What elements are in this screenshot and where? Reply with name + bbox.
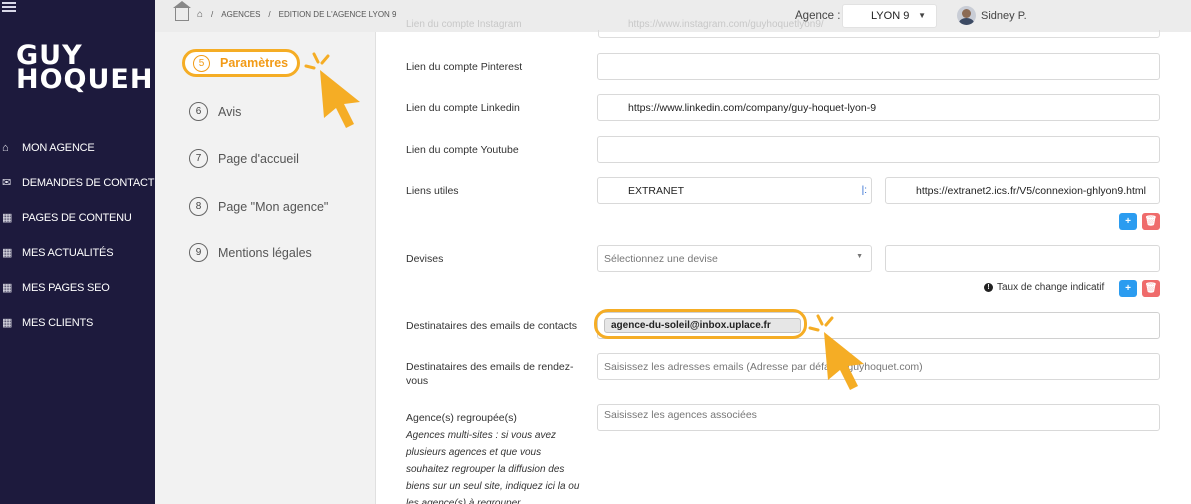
sidebar-item-demandes-de-contact[interactable]: ✉ DEMANDES DE CONTACT <box>0 165 155 200</box>
step-number: 6 <box>189 102 208 121</box>
home-outline-icon[interactable] <box>173 1 191 21</box>
linkedin-label: Lien du compte Linkedin <box>406 102 520 114</box>
devise-rate-input[interactable] <box>885 245 1160 272</box>
grid-icon: ▦ <box>2 317 13 329</box>
avatar <box>957 6 976 25</box>
step-label: Page d'accueil <box>218 151 299 166</box>
grid-icon: ▦ <box>2 212 13 224</box>
devises-select[interactable]: Sélectionnez une devise ▼ <box>597 245 872 272</box>
sidebar: GUY HOQUEH ⌂ MON AGENCE ✉ DEMANDES DE CO… <box>0 0 155 504</box>
devises-placeholder: Sélectionnez une devise <box>604 252 718 265</box>
step-label: Mentions légales <box>218 245 312 260</box>
pointer-hand-icon <box>808 314 864 390</box>
add-devise-button[interactable]: + <box>1119 280 1137 297</box>
sidebar-item-mes-clients[interactable]: ▦ MES CLIENTS <box>0 305 155 340</box>
user-name: Sidney P. <box>981 9 1027 22</box>
sidebar-item-mon-agence[interactable]: ⌂ MON AGENCE <box>0 130 155 165</box>
sidebar-item-label: MES PAGES SEO <box>22 281 110 294</box>
youtube-input[interactable] <box>597 136 1160 163</box>
grid-icon: ▦ <box>2 247 13 259</box>
sidebar-item-label: MES ACTUALITÉS <box>22 246 114 259</box>
breadcrumb-current: EDITION DE L'AGENCE LYON 9 <box>278 10 397 19</box>
lien-name-value: EXTRANET <box>628 184 685 197</box>
home-icon[interactable]: ⌂ <box>197 9 203 20</box>
step-number: 5 <box>193 54 210 72</box>
instagram-label: Lien du compte Instagram <box>406 19 522 30</box>
groupe-help: Agences multi-sites : si vous avez plusi… <box>406 430 580 504</box>
lien-name-input[interactable]: EXTRANET |: <box>597 177 872 204</box>
rate-note-text: Taux de change indicatif <box>997 282 1105 293</box>
mail-icon: ✉ <box>2 177 12 189</box>
step-page-mon-agence[interactable]: 8 Page "Mon agence" <box>189 197 328 216</box>
chevron-down-icon: ▼ <box>856 253 863 260</box>
text-cursor-icon: |: <box>861 185 867 196</box>
sidebar-item-pages-de-contenu[interactable]: ▦ PAGES DE CONTENU <box>0 200 155 235</box>
step-parametres[interactable]: 5 Paramètres <box>182 49 300 77</box>
step-avis[interactable]: 6 Avis <box>189 102 241 121</box>
step-number: 9 <box>189 243 208 262</box>
youtube-label: Lien du compte Youtube <box>406 144 519 156</box>
instagram-input[interactable] <box>598 30 1160 38</box>
sidebar-item-label: MES CLIENTS <box>22 316 94 329</box>
linkedin-value: https://www.linkedin.com/company/guy-hoq… <box>628 101 877 114</box>
lien-url-input[interactable]: https://extranet2.ics.fr/V5/connexion-gh… <box>885 177 1160 204</box>
step-label: Page "Mon agence" <box>218 199 329 214</box>
sidebar-item-label: MON AGENCE <box>22 141 95 154</box>
add-lien-button[interactable]: + <box>1119 213 1137 230</box>
groupe-placeholder: Saisissez les agences associées <box>604 409 757 421</box>
contacts-label: Destinataires des emails de contacts <box>406 320 577 332</box>
groupe-label: Agence(s) regroupée(s) <box>406 412 517 424</box>
rate-note: ! Taux de change indicatif <box>984 282 1104 293</box>
agence-select-value: LYON 9 <box>871 10 910 22</box>
sidebar-item-mes-actualites[interactable]: ▦ MES ACTUALITÉS <box>0 235 155 270</box>
instagram-value: https://www.instagram.com/guyhoquetlyon9… <box>628 19 824 30</box>
breadcrumb-agences[interactable]: AGENCES <box>221 10 260 19</box>
home-icon: ⌂ <box>2 141 9 154</box>
sidebar-nav: ⌂ MON AGENCE ✉ DEMANDES DE CONTACT ▦ PAG… <box>0 130 155 340</box>
sidebar-item-label: DEMANDES DE CONTACT <box>22 176 155 189</box>
pointer-hand-icon <box>304 52 360 128</box>
step-label: Avis <box>218 104 242 119</box>
sidebar-item-label: PAGES DE CONTENU <box>22 211 132 224</box>
step-number: 7 <box>189 149 208 168</box>
menu-icon[interactable] <box>2 2 16 12</box>
agence-select[interactable]: LYON 9 ▼ <box>842 4 937 28</box>
pinterest-input[interactable] <box>597 53 1160 80</box>
grid-icon: ▦ <box>2 282 13 294</box>
email-chip-text: agence-du-soleil@inbox.uplace.fr <box>611 320 771 331</box>
step-page-accueil[interactable]: 7 Page d'accueil <box>189 149 299 168</box>
chevron-down-icon: ▼ <box>918 11 926 20</box>
liens-utiles-label: Liens utiles <box>406 185 459 197</box>
step-label: Paramètres <box>220 56 289 70</box>
logo-line-2: HOQUEH <box>16 64 154 95</box>
sidebar-item-mes-pages-seo[interactable]: ▦ MES PAGES SEO <box>0 270 155 305</box>
groupe-input[interactable]: Saisissez les agences associées <box>597 404 1160 431</box>
form-panel: Lien du compte Instagram https://www.ins… <box>375 19 1191 504</box>
pinterest-label: Lien du compte Pinterest <box>406 61 523 73</box>
delete-icon[interactable]: 🗑 <box>1142 280 1160 297</box>
step-mentions-legales[interactable]: 9 Mentions légales <box>189 243 312 262</box>
email-chip[interactable]: agence-du-soleil@inbox.uplace.fr <box>604 318 801 333</box>
devises-label: Devises <box>406 253 444 265</box>
step-number: 8 <box>189 197 208 216</box>
groupe-block: Agence(s) regroupée(s) Agences multi-sit… <box>406 411 586 504</box>
logo: GUY HOQUEH <box>16 42 154 95</box>
delete-icon[interactable]: 🗑 <box>1142 213 1160 230</box>
steps-panel: 5 Paramètres 6 Avis 7 Page d'accueil 8 P… <box>155 32 375 504</box>
user-menu[interactable]: Sidney P. <box>957 6 1027 25</box>
info-icon: ! <box>984 283 993 292</box>
rdv-label: Destinataires des emails de rendez-vous <box>406 361 574 387</box>
lien-url-value: https://extranet2.ics.fr/V5/connexion-gh… <box>916 184 1146 197</box>
breadcrumb: ⌂ / AGENCES / EDITION DE L'AGENCE LYON 9 <box>173 1 397 21</box>
linkedin-input[interactable]: https://www.linkedin.com/company/guy-hoq… <box>597 94 1160 121</box>
